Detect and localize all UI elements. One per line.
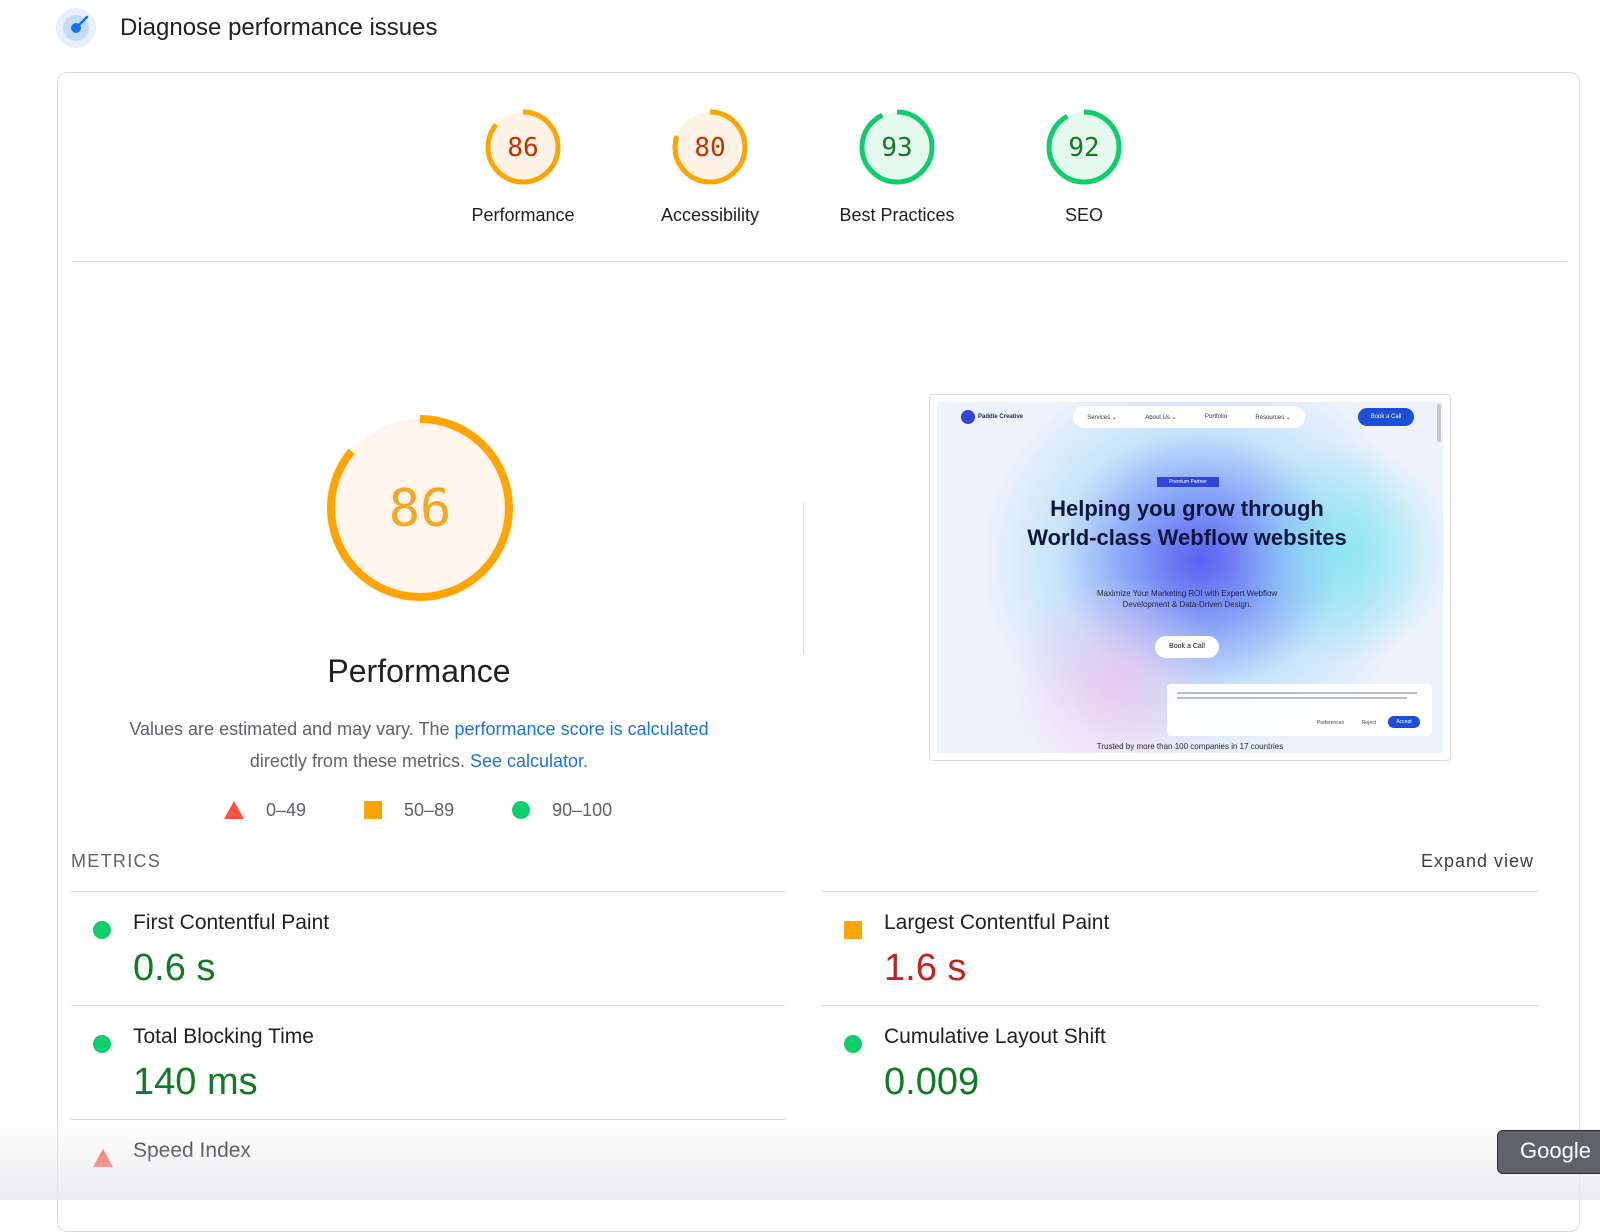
gauge-performance[interactable]: 86 Performance (448, 107, 598, 226)
lighthouse-icon (56, 8, 96, 48)
desc-text: directly from these metrics. (249, 751, 470, 771)
site-book-button: Book a Call (1358, 408, 1414, 426)
svg-text:80: 80 (694, 133, 725, 163)
page-screenshot[interactable]: Paddle Creative Services ⌄ About Us ⌄ Po… (929, 394, 1451, 761)
screenshot-content: Paddle Creative Services ⌄ About Us ⌄ Po… (937, 402, 1443, 753)
metric-largest-contentful-paint[interactable]: Largest Contentful Paint 1.6 s (822, 911, 1538, 1001)
square-icon (364, 801, 383, 819)
divider (822, 1005, 1538, 1006)
site-subtext: Maximize Your Marketing ROI with Expert … (1096, 589, 1278, 609)
legend-average: 50–89 (364, 800, 454, 821)
category-gauges: 86 Performance 80 Accessibility 93 Best … (58, 107, 1579, 237)
triangle-icon (224, 801, 244, 819)
metric-name: Largest Contentful Paint (884, 911, 1110, 934)
performance-score-gauge: 86 (327, 415, 513, 601)
legend-good: 90–100 (512, 800, 612, 821)
legend-label: 90–100 (552, 799, 613, 820)
divider (822, 891, 1538, 892)
see-calculator-link[interactable]: See calculator. (470, 751, 588, 771)
metric-cumulative-layout-shift[interactable]: Cumulative Layout Shift 0.009 (822, 1025, 1538, 1115)
site-cta: Book a Call (1155, 636, 1219, 658)
divider (71, 1005, 785, 1006)
metric-total-blocking-time[interactable]: Total Blocking Time 140 ms (71, 1025, 785, 1115)
metric-name: First Contentful Paint (133, 911, 330, 934)
performance-description: Values are estimated and may vary. The p… (103, 713, 735, 777)
square-icon (844, 921, 862, 939)
svg-text:92: 92 (1068, 133, 1099, 163)
score-ring-icon: 86 (485, 109, 561, 185)
score-ring-icon: 93 (859, 109, 935, 185)
site-scrollbar (1437, 404, 1441, 442)
site-cookie-banner: Preferences Reject Accept (1167, 684, 1432, 736)
metrics-header: METRICS (71, 851, 162, 871)
site-headline: Helping you grow through World-class Web… (1027, 496, 1347, 550)
expand-view-button[interactable]: Expand view (1421, 851, 1534, 872)
metric-value: 140 ms (133, 1061, 258, 1103)
gauge-label: Best Practices (839, 205, 955, 225)
circle-icon (93, 921, 111, 939)
triangle-icon (93, 1149, 113, 1167)
google-tooltip: Google (1497, 1130, 1600, 1174)
site-badge: Premium Partner (1157, 477, 1219, 487)
metric-speed-index[interactable]: Speed Index (71, 1139, 785, 1229)
legend-label: 0–49 (266, 799, 307, 820)
site-trust-line: Trusted by more than 100 companies in 17… (1096, 742, 1284, 751)
svg-text:86: 86 (507, 133, 538, 163)
metric-name: Cumulative Layout Shift (884, 1025, 1106, 1048)
report-card: 86 Performance 80 Accessibility 93 Best … (57, 72, 1580, 1232)
gauge-best-practices[interactable]: 93 Best Practices (822, 107, 972, 226)
metric-value: 1.6 s (884, 947, 967, 989)
metric-value: 0.6 s (133, 947, 216, 989)
circle-icon (844, 1035, 862, 1053)
desc-text: Values are estimated and may vary. The (129, 719, 455, 739)
svg-text:86: 86 (389, 479, 452, 539)
metric-first-contentful-paint[interactable]: First Contentful Paint 0.6 s (71, 911, 785, 1001)
site-logo: Paddle Creative (961, 410, 1023, 424)
site-nav: Services ⌄ About Us ⌄ Portfolio Resource… (1073, 406, 1305, 428)
legend-label: 50–89 (404, 799, 455, 820)
divider (72, 261, 1567, 262)
gauge-label: SEO (1064, 205, 1103, 225)
legend-poor: 0–49 (224, 800, 306, 821)
score-legend: 0–49 50–89 90–100 (224, 795, 670, 825)
score-calculated-link[interactable]: performance score is calculated (455, 719, 709, 739)
divider (71, 891, 785, 892)
section-title: Diagnose performance issues (120, 14, 438, 41)
performance-title: Performance (327, 653, 511, 689)
score-ring-icon: 92 (1046, 109, 1122, 185)
score-ring-icon: 80 (672, 109, 748, 185)
section-header: Diagnose performance issues (56, 8, 438, 48)
gauge-label: Accessibility (660, 205, 760, 225)
metric-value: 0.009 (884, 1061, 980, 1103)
vertical-divider (803, 503, 804, 653)
metric-name: Speed Index (133, 1139, 251, 1162)
svg-text:93: 93 (881, 133, 912, 163)
divider (71, 1119, 785, 1120)
gauge-seo[interactable]: 92 SEO (1009, 107, 1159, 226)
gauge-accessibility[interactable]: 80 Accessibility (635, 107, 785, 226)
metric-name: Total Blocking Time (133, 1025, 314, 1048)
circle-icon (512, 801, 531, 819)
circle-icon (93, 1035, 111, 1053)
gauge-label: Performance (471, 205, 575, 225)
